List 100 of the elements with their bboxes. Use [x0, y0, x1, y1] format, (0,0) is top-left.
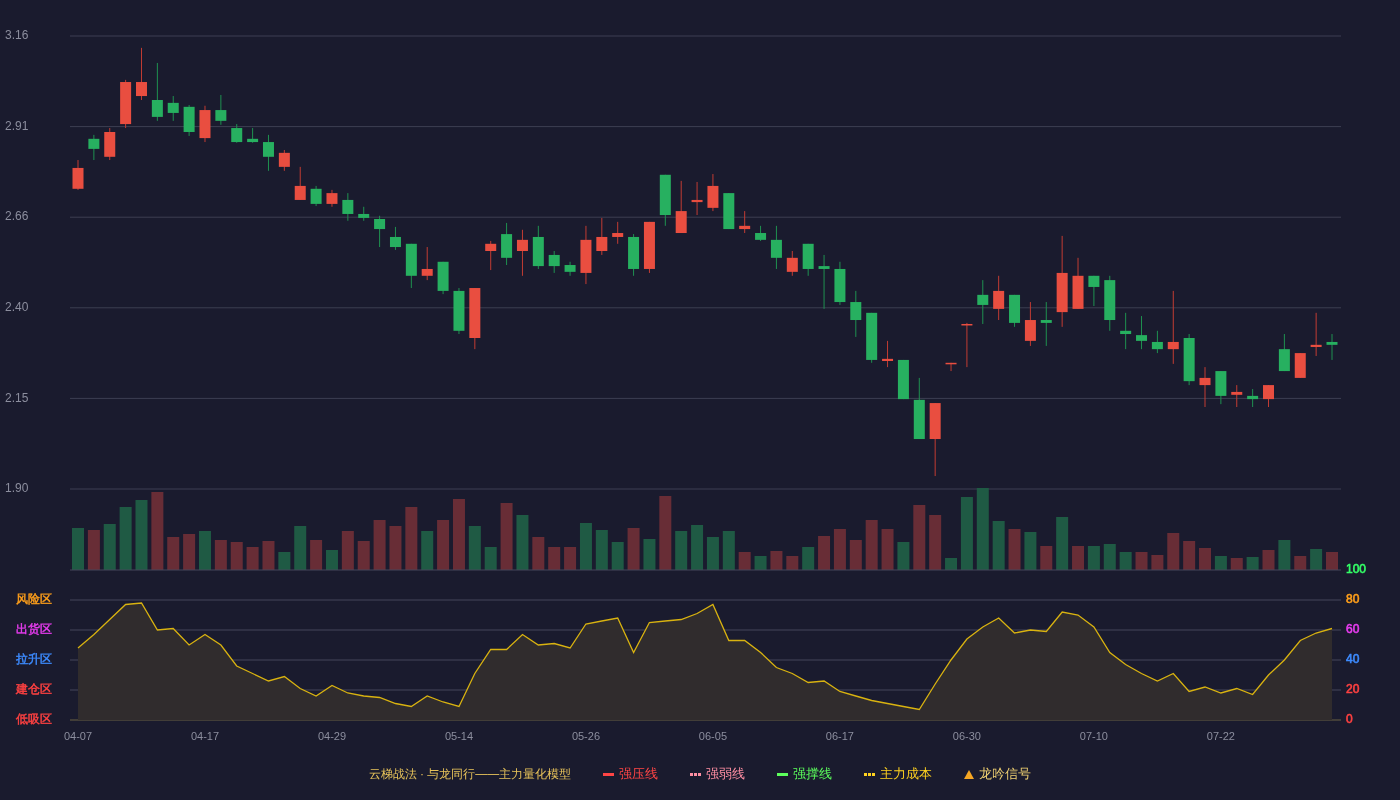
- candlestick: [1231, 384, 1243, 408]
- candlestick: [897, 359, 909, 400]
- candlestick: [405, 243, 417, 289]
- candlestick: [977, 279, 989, 325]
- candlestick: [643, 221, 655, 274]
- candlestick: [580, 225, 592, 285]
- candlestick: [231, 123, 243, 144]
- axis-label: 04-17: [190, 729, 220, 742]
- candlestick: [1326, 333, 1338, 361]
- candlestick: [342, 192, 354, 222]
- legend-item[interactable]: 主力成本: [864, 764, 933, 784]
- candlestick: [326, 189, 338, 208]
- candlestick: [691, 181, 703, 216]
- axis-label: 60: [1346, 622, 1360, 637]
- legend-item[interactable]: 强撑线: [777, 764, 833, 784]
- candlestick: [1247, 388, 1259, 408]
- candlestick: [755, 225, 767, 242]
- candlestick: [1072, 257, 1084, 310]
- candlestick: [834, 261, 846, 306]
- candlestick: [358, 206, 370, 222]
- axis-label: 3.16: [5, 28, 29, 43]
- candlestick: [310, 185, 322, 207]
- candlestick: [548, 250, 560, 274]
- candlestick: [739, 210, 751, 234]
- candlestick: [485, 240, 497, 271]
- candlestick: [263, 134, 274, 172]
- candlestick: [278, 149, 290, 172]
- candlestick: [151, 62, 163, 122]
- candlestick: [294, 166, 306, 201]
- zone-label: 低吸区: [16, 712, 52, 727]
- candlestick: [1215, 370, 1227, 405]
- legend-item[interactable]: 强弱线: [690, 764, 746, 784]
- candlestick: [596, 217, 608, 256]
- candlestick: [1199, 366, 1211, 408]
- candlestick: [532, 225, 544, 270]
- axis-label: 2.66: [5, 209, 29, 224]
- candlestick: [1040, 301, 1052, 347]
- candlestick: [104, 127, 116, 161]
- candlestick: [612, 221, 624, 245]
- candlestick: [1088, 275, 1100, 307]
- candlestick: [659, 174, 671, 227]
- candlestick: [675, 180, 687, 234]
- candlestick: [72, 159, 84, 191]
- axis-label: 05-14: [444, 729, 474, 742]
- candlestick: [389, 226, 401, 251]
- candlestick: [469, 287, 481, 350]
- axis-label: 04-29: [317, 729, 347, 742]
- candlestick: [453, 287, 465, 335]
- axis-label: 80: [1346, 592, 1360, 607]
- candlestick: [183, 104, 195, 137]
- candlestick: [1278, 333, 1290, 372]
- candlestick: [1151, 330, 1163, 354]
- candlestick: [945, 362, 957, 372]
- candlestick: [628, 233, 640, 277]
- candlestick: [247, 127, 259, 144]
- zone-label: 出货区: [16, 622, 52, 637]
- legend-title: 云梯战法 · 与龙同行——主力量化模型: [368, 766, 572, 783]
- candlestick: [770, 225, 782, 270]
- zone-label: 建仓区: [16, 682, 52, 697]
- candlestick: [564, 261, 576, 277]
- axis-label: 40: [1346, 652, 1360, 667]
- candlestick: [1136, 315, 1147, 350]
- candlestick: [120, 79, 132, 129]
- candlestick: [199, 105, 211, 143]
- axis-label: 05-26: [571, 729, 600, 742]
- axis-label: 2.40: [5, 299, 29, 314]
- candlestick: [1024, 301, 1036, 347]
- axis-label: 20: [1346, 682, 1360, 697]
- candlestick: [437, 261, 449, 295]
- candlestick: [1120, 312, 1132, 350]
- candlestick: [850, 290, 862, 338]
- legend-item[interactable]: 强压线: [603, 764, 659, 784]
- candlestick: [1183, 333, 1195, 386]
- candlestick: [866, 312, 878, 364]
- candlestick: [136, 47, 147, 101]
- candlestick: [421, 246, 433, 281]
- candlestick: [1294, 352, 1306, 379]
- candlestick: [1104, 275, 1116, 332]
- legend-item[interactable]: 龙吟信号: [964, 764, 1032, 784]
- candlestick: [1263, 384, 1274, 408]
- zone-label: 风险区: [16, 592, 52, 607]
- axis-label: 2.91: [5, 118, 29, 133]
- candlestick: [818, 254, 830, 310]
- axis-label: 04-07: [63, 729, 93, 742]
- axis-label: 07-10: [1079, 729, 1108, 742]
- axis-label: 100: [1346, 562, 1367, 577]
- candlestick: [1310, 312, 1322, 357]
- axis-label: 06-17: [825, 729, 854, 742]
- candlestick: [707, 173, 719, 212]
- candlestick: [723, 192, 735, 230]
- axis-label: 0: [1346, 712, 1353, 727]
- candlestick: [913, 377, 925, 440]
- candlestick: [993, 275, 1005, 321]
- candlestick: [786, 250, 798, 277]
- axis-label: 1.90: [5, 481, 29, 496]
- zone-label: 拉升区: [16, 652, 52, 667]
- candlestick: [88, 134, 100, 161]
- candlestick: [501, 222, 513, 266]
- candlestick: [1009, 294, 1021, 328]
- candlestick: [167, 95, 179, 122]
